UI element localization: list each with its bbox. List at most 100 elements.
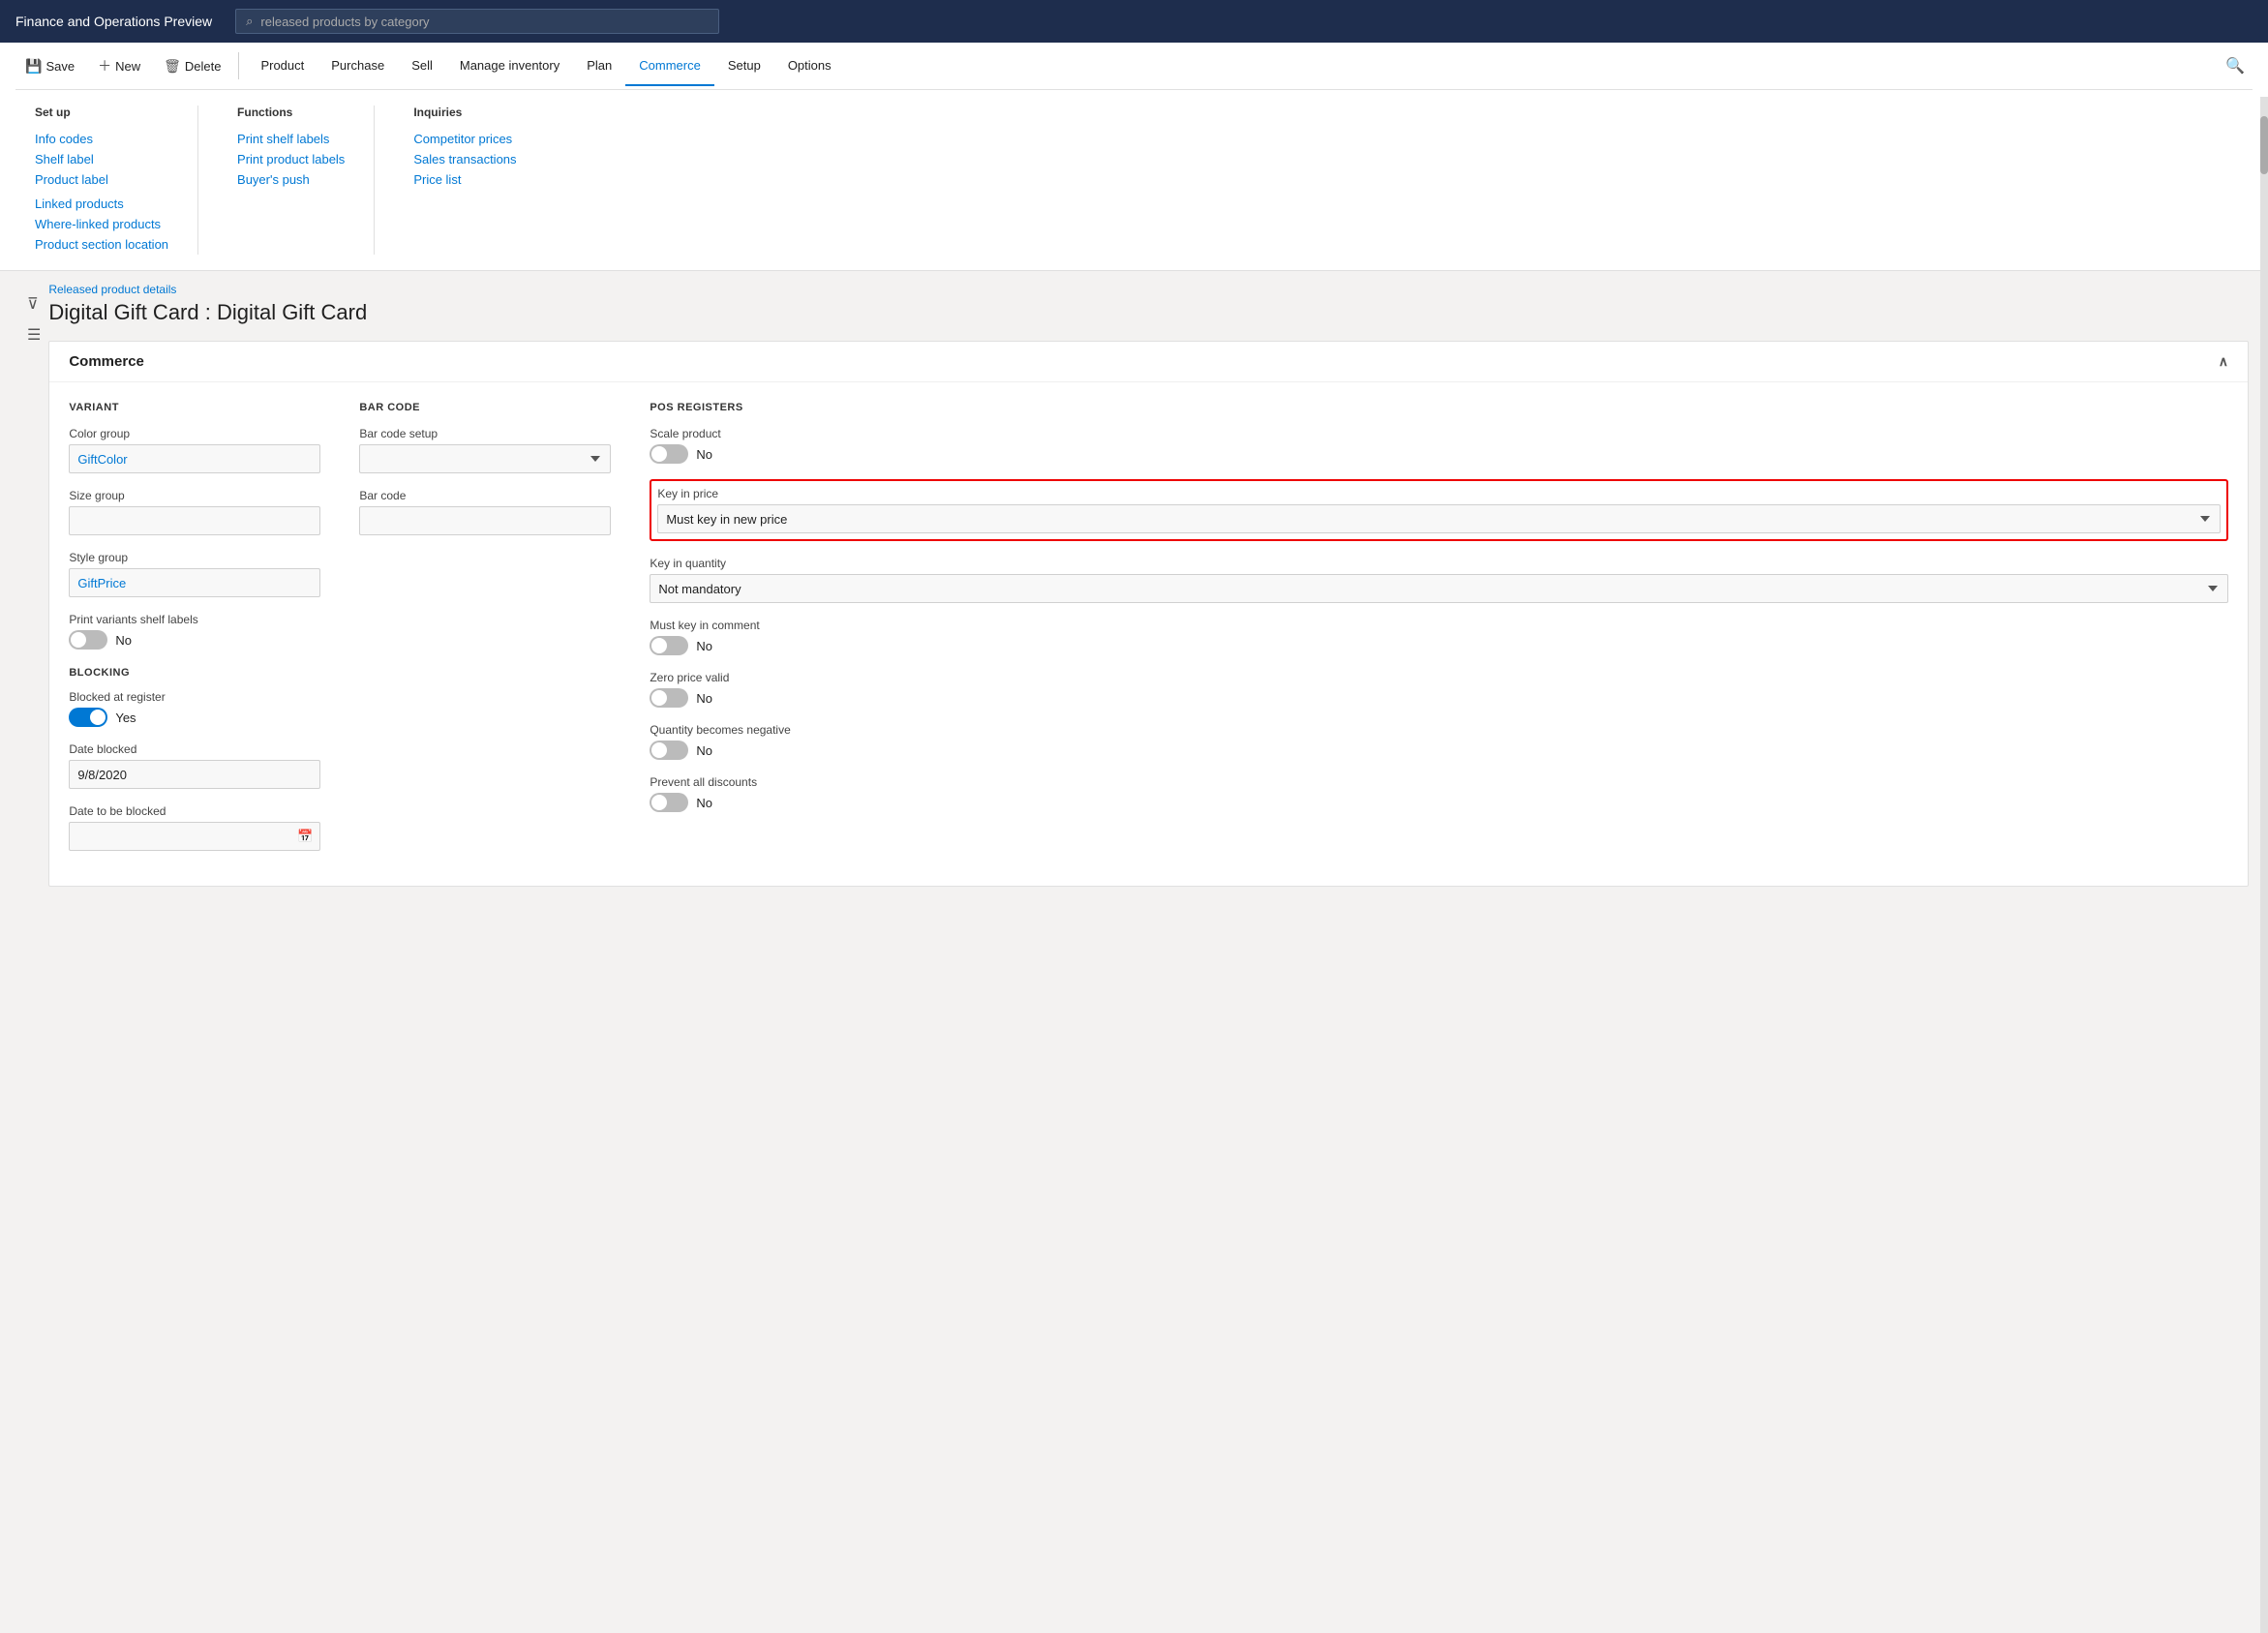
tab-setup[interactable]: Setup — [714, 46, 774, 86]
scale-product-toggle[interactable] — [650, 444, 688, 464]
new-button[interactable]: ＋ New — [88, 50, 150, 81]
menu-sales-transactions[interactable]: Sales transactions — [413, 149, 516, 169]
menu-competitor-prices[interactable]: Competitor prices — [413, 129, 516, 149]
blocking-header: BLOCKING — [69, 667, 320, 679]
must-key-in-comment-toggle-row: No — [650, 636, 2228, 655]
page-content: ⊽ ☰ Released product details Digital Gif… — [0, 271, 2268, 910]
setup-title: Set up — [35, 106, 168, 119]
must-key-in-comment-label: Must key in comment — [650, 619, 2228, 632]
ribbon-search-icon[interactable]: 🔍 — [2218, 48, 2253, 83]
menu-product-section-location[interactable]: Product section location — [35, 234, 168, 255]
zero-price-valid-toggle[interactable] — [650, 688, 688, 708]
quantity-becomes-negative-label: Quantity becomes negative — [650, 723, 2228, 737]
style-group-label: Style group — [69, 551, 320, 564]
variant-header: VARIANT — [69, 402, 320, 413]
filter-icon[interactable]: ⊽ — [27, 294, 41, 314]
delete-button[interactable]: 🗑 Delete — [154, 52, 230, 80]
tab-product[interactable]: Product — [247, 46, 318, 86]
print-variants-toggle[interactable] — [69, 630, 107, 650]
size-group-field: Size group — [69, 489, 320, 535]
blocked-at-register-toggle[interactable] — [69, 708, 107, 727]
zero-price-valid-label: Zero price valid — [650, 671, 2228, 684]
app-title: Finance and Operations Preview — [15, 14, 212, 29]
date-to-be-blocked-input[interactable] — [69, 822, 320, 851]
tab-options[interactable]: Options — [774, 46, 845, 86]
tab-commerce[interactable]: Commerce — [625, 46, 714, 86]
scale-product-label: Scale product — [650, 427, 2228, 440]
barcode-setup-field: Bar code setup — [359, 427, 611, 473]
date-blocked-field: Date blocked — [69, 742, 320, 789]
must-key-in-comment-toggle[interactable] — [650, 636, 688, 655]
scrollbar-thumb[interactable] — [2260, 116, 2268, 174]
search-text: released products by category — [260, 15, 429, 29]
barcode-setup-select[interactable] — [359, 444, 611, 473]
menu-product-label[interactable]: Product label — [35, 169, 168, 190]
blocked-toggle-row: Yes — [69, 708, 320, 727]
menu-buyers-push[interactable]: Buyer's push — [237, 169, 345, 190]
zero-price-valid-field: Zero price valid No — [650, 671, 2228, 708]
must-key-in-comment-value: No — [696, 639, 712, 653]
style-group-value: GiftPrice — [77, 576, 126, 590]
global-search[interactable]: ⌕ released products by category — [235, 9, 719, 34]
pos-column: POS REGISTERS Scale product No Key — [650, 402, 2228, 866]
search-icon: ⌕ — [246, 14, 253, 29]
key-in-price-group: Key in price Not mandatory Must key in n… — [650, 479, 2228, 541]
breadcrumb[interactable]: Released product details — [48, 283, 2249, 296]
inquiries-title: Inquiries — [413, 106, 516, 119]
menu-price-list[interactable]: Price list — [413, 169, 516, 190]
date-to-be-blocked-wrapper: 📅 — [69, 822, 320, 851]
key-in-quantity-select[interactable]: Not mandatory Mandatory — [650, 574, 2228, 603]
inquiries-section: Inquiries Competitor prices Sales transa… — [413, 106, 545, 255]
save-icon: 💾 — [25, 58, 42, 75]
top-bar: Finance and Operations Preview ⌕ release… — [0, 0, 2268, 43]
barcode-setup-label: Bar code setup — [359, 427, 611, 440]
zero-price-valid-value: No — [696, 691, 712, 706]
menu-print-product-labels[interactable]: Print product labels — [237, 149, 345, 169]
menu-icon[interactable]: ☰ — [27, 325, 41, 345]
key-in-price-select[interactable]: Not mandatory Must key in new price Must… — [657, 504, 2221, 533]
color-group-input[interactable]: GiftColor — [69, 444, 320, 473]
menu-linked-products[interactable]: Linked products — [35, 194, 168, 214]
commerce-dropdown-menu: Set up Info codes Shelf label Product la… — [15, 89, 2253, 270]
ribbon: 💾 Save ＋ New 🗑 Delete Product Purchase S… — [0, 43, 2268, 271]
ribbon-toolbar: 💾 Save ＋ New 🗑 Delete Product Purchase S… — [15, 43, 2253, 89]
barcode-column: BAR CODE Bar code setup Bar code — [359, 402, 611, 866]
save-button[interactable]: 💾 Save — [15, 52, 84, 80]
tab-manage-inventory[interactable]: Manage inventory — [446, 46, 573, 86]
setup-section: Set up Info codes Shelf label Product la… — [35, 106, 198, 255]
date-blocked-label: Date blocked — [69, 742, 320, 756]
variant-column: VARIANT Color group GiftColor Size group — [69, 402, 320, 866]
tab-plan[interactable]: Plan — [573, 46, 625, 86]
menu-shelf-label[interactable]: Shelf label — [35, 149, 168, 169]
menu-where-linked-products[interactable]: Where-linked products — [35, 214, 168, 234]
section-title: Commerce — [69, 353, 144, 370]
left-icons: ⊽ ☰ — [19, 283, 48, 898]
key-in-price-label: Key in price — [657, 487, 2221, 500]
barcode-header: BAR CODE — [359, 402, 611, 413]
barcode-input[interactable] — [359, 506, 611, 535]
new-label: New — [115, 59, 140, 74]
quantity-becomes-negative-value: No — [696, 743, 712, 758]
scrollbar[interactable] — [2260, 97, 2268, 1633]
key-in-quantity-label: Key in quantity — [650, 557, 2228, 570]
delete-label: Delete — [185, 59, 222, 74]
menu-info-codes[interactable]: Info codes — [35, 129, 168, 149]
print-variants-label: Print variants shelf labels — [69, 613, 320, 626]
print-variants-field: Print variants shelf labels No — [69, 613, 320, 650]
prevent-all-discounts-toggle[interactable] — [650, 793, 688, 812]
quantity-becomes-negative-toggle[interactable] — [650, 741, 688, 760]
style-group-input[interactable]: GiftPrice — [69, 568, 320, 597]
scale-product-value: No — [696, 447, 712, 462]
print-variants-value: No — [115, 633, 132, 648]
menu-print-shelf-labels[interactable]: Print shelf labels — [237, 129, 345, 149]
functions-title: Functions — [237, 106, 345, 119]
date-blocked-input[interactable] — [69, 760, 320, 789]
section-collapse-icon[interactable]: ∧ — [2219, 353, 2228, 370]
section-body: VARIANT Color group GiftColor Size group — [49, 382, 2248, 886]
date-to-be-blocked-field: Date to be blocked 📅 — [69, 804, 320, 851]
size-group-input[interactable] — [69, 506, 320, 535]
prevent-all-discounts-toggle-row: No — [650, 793, 2228, 812]
tab-sell[interactable]: Sell — [398, 46, 446, 86]
tab-purchase[interactable]: Purchase — [318, 46, 398, 86]
prevent-all-discounts-field: Prevent all discounts No — [650, 775, 2228, 812]
